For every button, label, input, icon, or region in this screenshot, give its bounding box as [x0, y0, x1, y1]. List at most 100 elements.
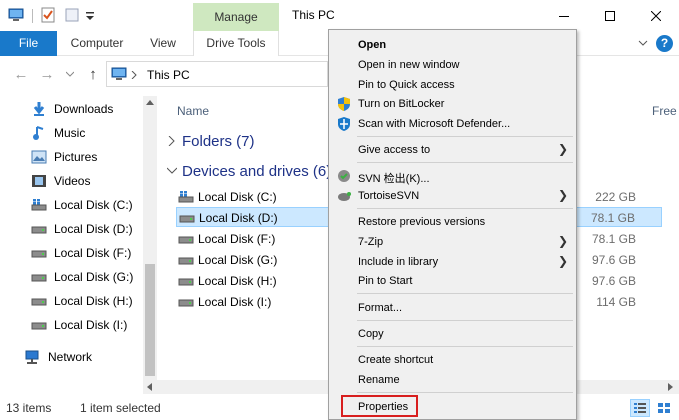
- menu-separator: [357, 392, 573, 393]
- column-header-name[interactable]: Name: [177, 104, 209, 118]
- tab-computer[interactable]: Computer: [62, 31, 132, 56]
- context-menu: Open Open in new window Pin to Quick acc…: [328, 29, 577, 420]
- menu-item-pin-start[interactable]: Pin to Start: [331, 271, 576, 291]
- minimize-icon: [559, 15, 569, 17]
- qat-separator: [32, 9, 33, 23]
- menu-separator: [357, 208, 573, 209]
- details-view-icon: [634, 403, 646, 413]
- new-folder-icon[interactable]: [64, 7, 80, 23]
- menu-item-label: Pin to Start: [358, 275, 413, 287]
- properties-highlight-box: [341, 395, 418, 417]
- close-icon: [651, 10, 661, 21]
- drive-name: Local Disk (D:): [199, 211, 278, 225]
- drive-icon: [178, 299, 194, 307]
- nav-item-local-disk-d[interactable]: Local Disk (D:): [30, 219, 133, 239]
- menu-item-7zip[interactable]: 7-Zip ❯: [331, 232, 576, 252]
- address-bar[interactable]: This PC: [106, 61, 328, 87]
- nav-item-local-disk-g[interactable]: Local Disk (G:): [30, 267, 133, 287]
- menu-item-pin-quick-access[interactable]: Pin to Quick access: [331, 75, 576, 95]
- svn-checkout-icon: [338, 170, 350, 182]
- nav-item-downloads[interactable]: Downloads: [30, 99, 113, 119]
- large-icons-view-button[interactable]: [654, 399, 674, 417]
- close-button[interactable]: [633, 0, 679, 31]
- drive-free-space: 222 GB: [595, 190, 636, 204]
- minimize-button[interactable]: [541, 0, 587, 31]
- recent-locations-icon[interactable]: [66, 71, 74, 77]
- help-button[interactable]: ?: [656, 35, 673, 52]
- up-button[interactable]: ↑: [84, 66, 102, 84]
- window-title: This PC: [292, 8, 335, 22]
- qat-dropdown-icon[interactable]: [85, 7, 95, 23]
- nav-item-local-disk-i[interactable]: Local Disk (I:): [30, 315, 127, 335]
- nav-item-pictures[interactable]: Pictures: [30, 147, 97, 167]
- menu-item-include-library[interactable]: Include in library ❯: [331, 252, 576, 272]
- chevron-right-icon[interactable]: [168, 136, 175, 146]
- group-folders[interactable]: Folders (7): [182, 133, 255, 150]
- properties-check-icon[interactable]: [40, 7, 56, 23]
- computer-icon[interactable]: [8, 7, 24, 23]
- menu-item-give-access[interactable]: Give access to ❯: [331, 140, 576, 160]
- drive-free-space: 97.6 GB: [591, 253, 636, 267]
- nav-item-network[interactable]: Network: [24, 347, 92, 367]
- nav-item-local-disk-h[interactable]: Local Disk (H:): [30, 291, 133, 311]
- navigation-pane: Downloads Music Pictures Videos Local Di…: [0, 96, 160, 396]
- menu-item-copy[interactable]: Copy: [331, 324, 576, 344]
- menu-item-format[interactable]: Format...: [331, 298, 576, 318]
- menu-item-label: Restore previous versions: [358, 216, 486, 228]
- nav-item-videos[interactable]: Videos: [30, 171, 90, 191]
- menu-item-tortoisesvn[interactable]: TortoiseSVN ❯: [331, 186, 576, 206]
- nav-item-label: Local Disk (D:): [54, 222, 133, 236]
- tab-drive-tools[interactable]: Drive Tools: [193, 31, 279, 56]
- menu-item-rename[interactable]: Rename: [331, 370, 576, 390]
- menu-item-svn-checkout[interactable]: SVN 检出(K)...: [331, 166, 576, 186]
- scroll-up-icon[interactable]: [146, 100, 154, 105]
- menu-separator: [357, 320, 573, 321]
- nav-item-label: Music: [54, 126, 86, 140]
- back-button[interactable]: ←: [12, 66, 30, 84]
- menu-item-label: Format...: [358, 302, 403, 314]
- menu-item-scan-defender[interactable]: Scan with Microsoft Defender...: [331, 114, 576, 134]
- menu-item-label: Give access to: [358, 144, 431, 156]
- drive-icon: [31, 274, 47, 282]
- nav-item-label: Network: [48, 350, 93, 364]
- menu-separator: [357, 136, 573, 137]
- menu-item-label: Turn on BitLocker: [358, 98, 445, 110]
- column-header-free[interactable]: Free: [652, 104, 677, 118]
- menu-item-create-shortcut[interactable]: Create shortcut: [331, 350, 576, 370]
- scroll-right-icon[interactable]: [668, 383, 673, 391]
- maximize-button[interactable]: [587, 0, 633, 31]
- menu-item-restore-previous[interactable]: Restore previous versions: [331, 212, 576, 232]
- manage-tab[interactable]: Manage: [193, 3, 279, 31]
- menu-item-label: Open in new window: [358, 59, 460, 71]
- menu-separator: [357, 346, 573, 347]
- menu-item-turn-on-bitlocker[interactable]: Turn on BitLocker: [331, 94, 576, 114]
- forward-button[interactable]: →: [38, 66, 56, 84]
- tab-view[interactable]: View: [140, 31, 186, 56]
- nav-item-music[interactable]: Music: [30, 123, 85, 143]
- nav-scroll-thumb[interactable]: [145, 264, 155, 376]
- chevron-down-icon[interactable]: [167, 167, 177, 174]
- drive-icon: [178, 257, 194, 265]
- menu-item-label: Pin to Quick access: [358, 79, 455, 91]
- windows-drive-icon: [178, 191, 194, 203]
- menu-item-open-new-window[interactable]: Open in new window: [331, 55, 576, 75]
- menu-item-open[interactable]: Open: [331, 35, 576, 55]
- drive-icon: [31, 250, 47, 258]
- nav-item-local-disk-f[interactable]: Local Disk (F:): [30, 243, 131, 263]
- this-pc-icon: [111, 67, 127, 80]
- nav-item-local-disk-c[interactable]: Local Disk (C:): [30, 195, 133, 215]
- tortoisesvn-icon: [338, 192, 351, 201]
- nav-pane-scrollbar[interactable]: [143, 96, 157, 392]
- menu-item-label: Rename: [358, 374, 400, 386]
- details-view-button[interactable]: [630, 399, 650, 417]
- drive-icon: [31, 226, 47, 234]
- group-devices[interactable]: Devices and drives (6): [182, 163, 331, 180]
- submenu-arrow-icon: ❯: [557, 234, 568, 248]
- breadcrumb-chevron-icon[interactable]: [131, 71, 137, 79]
- scroll-left-icon[interactable]: [147, 383, 152, 391]
- drive-name: Local Disk (G:): [198, 253, 278, 267]
- menu-item-label: Open: [358, 39, 387, 51]
- tab-file[interactable]: File: [0, 31, 57, 56]
- ribbon-expand-icon[interactable]: [638, 39, 648, 47]
- title-bar: Manage This PC: [0, 0, 679, 31]
